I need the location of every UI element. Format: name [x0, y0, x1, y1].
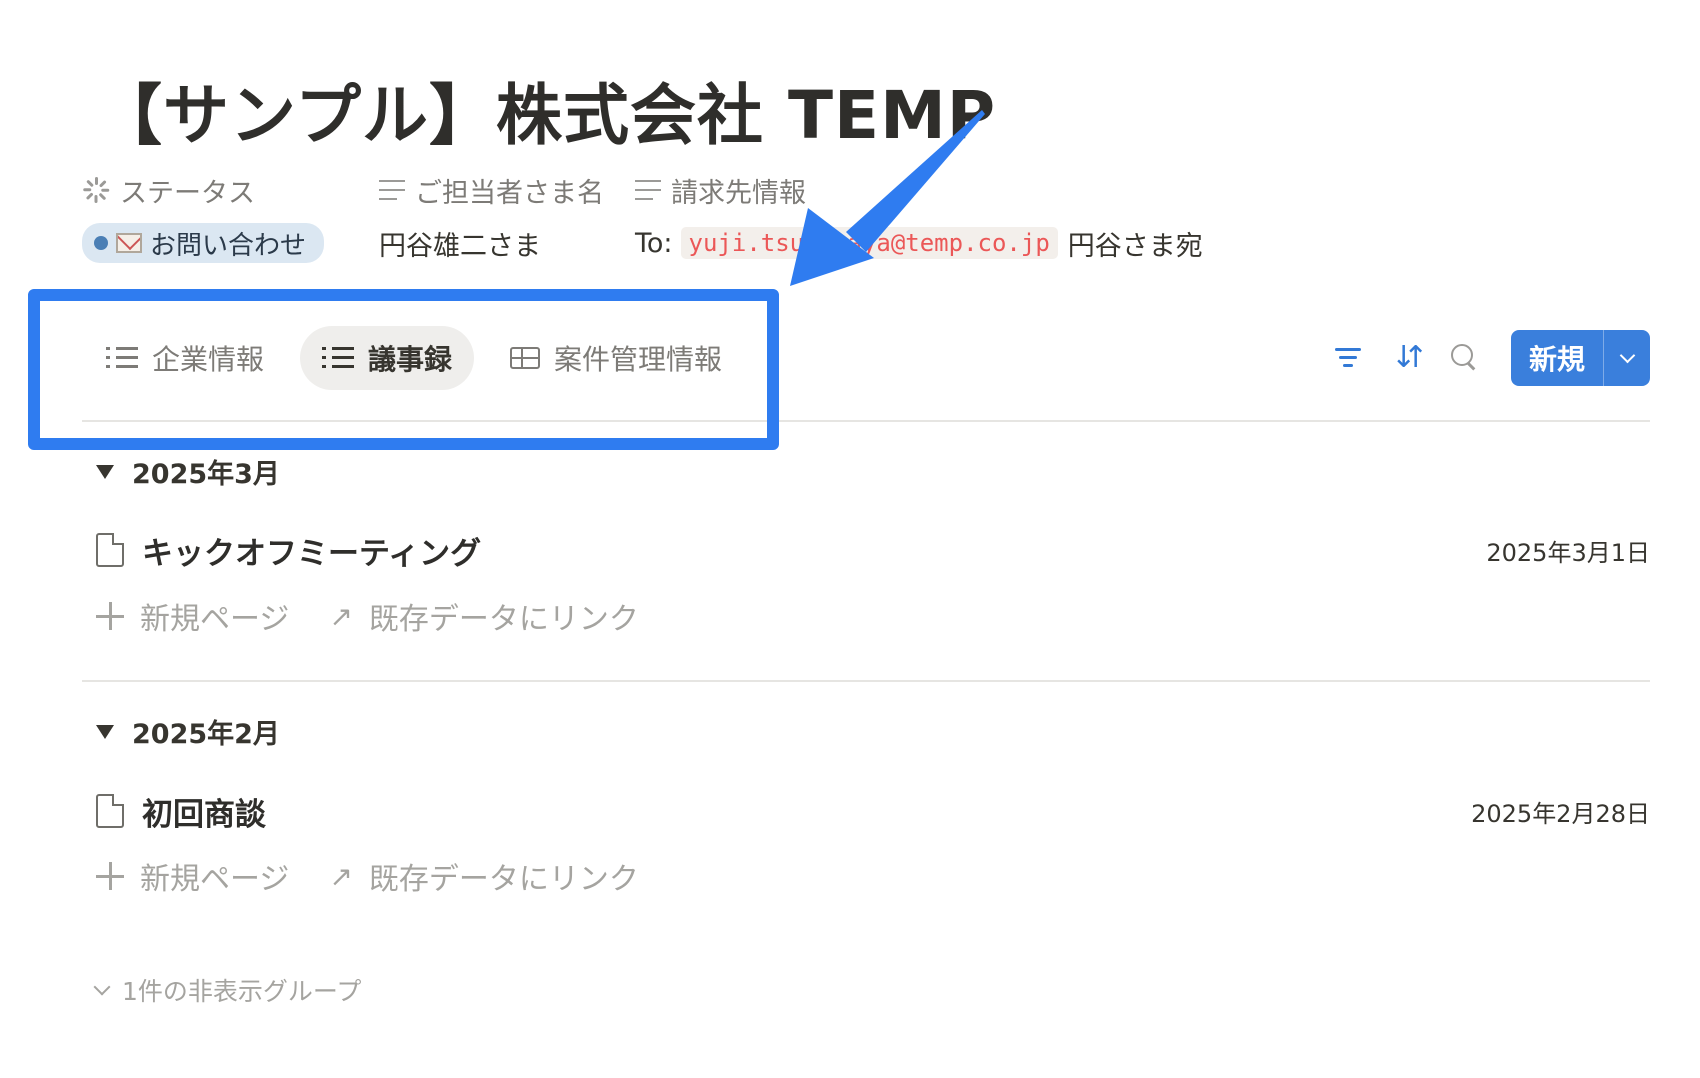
status-icon [82, 176, 110, 204]
group-header[interactable]: 2025年3月 [96, 452, 280, 491]
divider [82, 420, 1650, 422]
tab-label: 企業情報 [152, 343, 265, 376]
billing-prefix: To: [635, 227, 673, 259]
billing-value-cell[interactable]: To: yuji.tsuburaya@temp.co.jp 円谷さま宛 [635, 222, 1203, 264]
item-date: 2025年3月1日 [1486, 538, 1650, 567]
hidden-groups-toggle[interactable]: 1件の非表示グループ [93, 972, 362, 1008]
tab-label: 議事録 [368, 343, 453, 376]
billing-email[interactable]: yuji.tsuburaya@temp.co.jp [680, 227, 1058, 259]
view-toolbar: ↓ ↑ 新規 [1331, 330, 1650, 386]
page-title: 【サンプル】株式会社 TEMP [96, 77, 997, 154]
plus-icon [96, 862, 124, 890]
status-dot [94, 236, 108, 250]
chevron-down-icon [93, 978, 111, 996]
property-billing-label: 請求先情報 [635, 170, 1203, 210]
item-title: 初回商談 [142, 796, 266, 833]
sort-icon[interactable]: ↓ ↑ [1389, 341, 1428, 375]
status-badge[interactable]: お問い合わせ [82, 223, 325, 263]
link-existing-label: 既存データにリンク [368, 862, 639, 897]
link-existing-label: 既存データにリンク [368, 602, 639, 637]
property-contact: ご担当者さま名 円谷雄二さま [379, 170, 604, 264]
text-property-icon [635, 180, 661, 200]
list-item[interactable]: キックオフミーティング 2025年3月1日 [96, 526, 1650, 574]
arrow-up-right-icon: ↗ [329, 599, 353, 633]
new-button-label[interactable]: 新規 [1511, 330, 1604, 386]
page-icon [96, 794, 124, 828]
group-title: 2025年3月 [132, 459, 280, 490]
billing-label-text: 請求先情報 [671, 177, 806, 209]
list-item[interactable]: 初回商談 2025年2月28日 [96, 787, 1650, 835]
new-dropdown-button[interactable] [1604, 330, 1650, 386]
link-existing-button[interactable]: ↗ 既存データにリンク [329, 594, 638, 638]
group-header[interactable]: 2025年2月 [96, 712, 280, 751]
tab-label: 案件管理情報 [554, 343, 723, 376]
new-button[interactable]: 新規 [1510, 330, 1650, 386]
property-status-label: ステータス [82, 170, 324, 210]
tab-minutes[interactable]: 議事録 [300, 326, 475, 390]
item-date: 2025年2月28日 [1471, 799, 1650, 828]
group-actions: 新規ページ ↗ 既存データにリンク [96, 594, 639, 638]
collapse-triangle-icon[interactable] [96, 724, 114, 739]
status-label-text: ステータス [120, 177, 255, 209]
new-page-button[interactable]: 新規ページ [96, 594, 289, 638]
list-icon [106, 346, 138, 370]
page-icon [96, 533, 124, 567]
divider [82, 680, 1650, 682]
contact-value-cell[interactable]: 円谷雄二さま [379, 222, 604, 264]
hidden-groups-label: 1件の非表示グループ [122, 977, 362, 1006]
table-icon [510, 347, 541, 369]
property-billing: 請求先情報 To: yuji.tsuburaya@temp.co.jp 円谷さま… [635, 170, 1203, 264]
billing-suffix: 円谷さま宛 [1067, 230, 1203, 262]
group-title: 2025年2月 [132, 719, 280, 750]
view-tabs: 企業情報 議事録 案件管理情報 [96, 326, 744, 390]
envelope-icon [116, 233, 142, 253]
tab-project-info[interactable]: 案件管理情報 [488, 326, 744, 390]
item-title: キックオフミーティング [142, 535, 482, 572]
property-contact-label: ご担当者さま名 [379, 170, 604, 210]
group-actions: 新規ページ ↗ 既存データにリンク [96, 854, 639, 898]
new-page-button[interactable]: 新規ページ [96, 854, 289, 898]
plus-icon [96, 602, 124, 630]
contact-value: 円谷雄二さま [379, 230, 541, 262]
collapse-triangle-icon[interactable] [96, 464, 114, 479]
status-value: お問い合わせ [150, 230, 307, 261]
tab-company-info[interactable]: 企業情報 [96, 326, 286, 390]
property-status: ステータス お問い合わせ [82, 170, 325, 264]
new-page-label: 新規ページ [140, 602, 290, 637]
link-existing-button[interactable]: ↗ 既存データにリンク [329, 854, 638, 898]
chevron-down-icon [1619, 347, 1635, 363]
search-icon[interactable] [1447, 341, 1481, 375]
filter-icon[interactable] [1331, 341, 1365, 375]
contact-label-text: ご担当者さま名 [415, 177, 604, 209]
list-icon [322, 346, 355, 370]
arrow-up-right-icon: ↗ [329, 859, 353, 893]
text-property-icon [379, 180, 405, 200]
new-page-label: 新規ページ [140, 862, 290, 897]
